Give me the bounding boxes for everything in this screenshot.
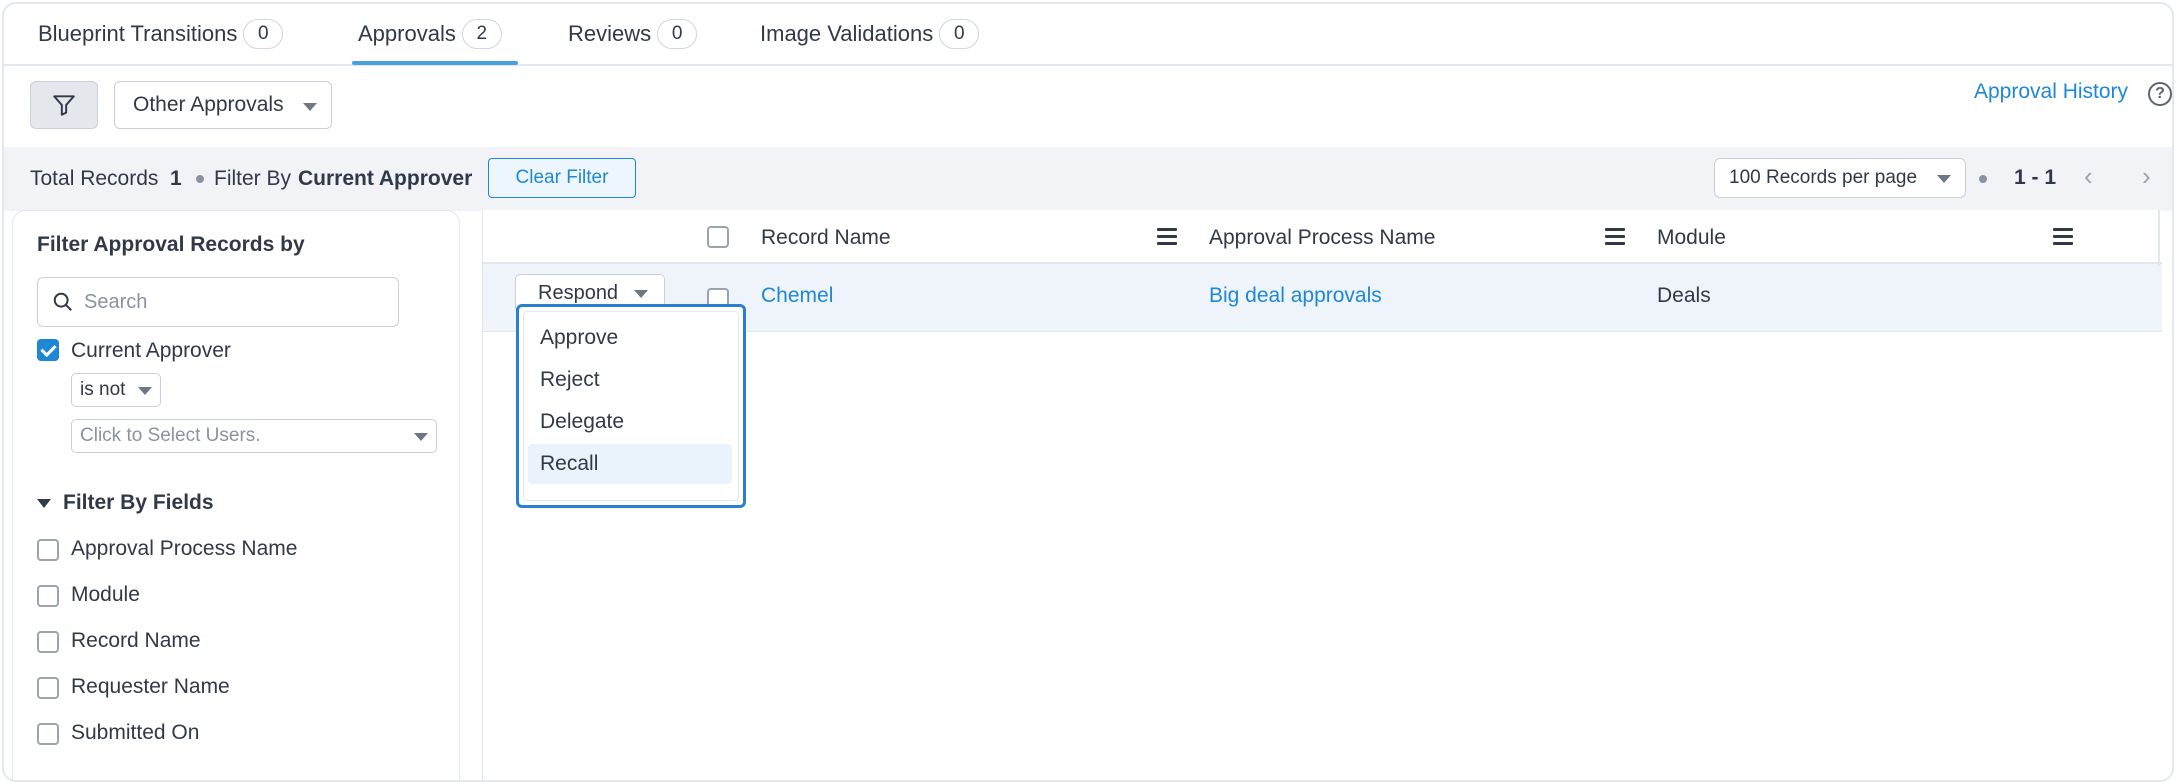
tab-count-badge: 0 bbox=[243, 19, 284, 49]
tab-reviews[interactable]: Reviews 0 bbox=[568, 14, 698, 54]
column-header-module: Module bbox=[1657, 226, 1726, 249]
filter-by-fields-label: Filter By Fields bbox=[63, 491, 214, 514]
chevron-down-icon bbox=[138, 387, 152, 395]
separator-dot bbox=[196, 175, 204, 183]
chevron-down-icon bbox=[303, 103, 317, 111]
filter-toggle-button[interactable] bbox=[30, 81, 98, 129]
total-records-value: 1 bbox=[170, 167, 182, 190]
chevron-right-icon[interactable]: › bbox=[2142, 163, 2166, 189]
column-header-approval-process-name: Approval Process Name bbox=[1209, 226, 1436, 249]
filter-by-value: Current Approver bbox=[298, 167, 473, 190]
filter-panel: Filter Approval Records by Search Curren… bbox=[12, 210, 460, 780]
column-divider bbox=[2158, 210, 2160, 266]
tab-label: Approvals bbox=[358, 21, 456, 46]
menu-item-reject[interactable]: Reject bbox=[528, 360, 732, 400]
total-records-label: Total Records bbox=[30, 167, 159, 190]
record-name-link[interactable]: Chemel bbox=[761, 284, 833, 308]
approval-history-link[interactable]: Approval History bbox=[1974, 80, 2128, 104]
tab-label: Blueprint Transitions bbox=[38, 21, 238, 46]
select-all-checkbox[interactable] bbox=[707, 226, 729, 248]
filter-search-input[interactable]: Search bbox=[37, 277, 399, 327]
field-checkbox-module[interactable] bbox=[37, 585, 59, 607]
chevron-down-icon bbox=[634, 290, 648, 298]
field-checkbox-record-name[interactable] bbox=[37, 631, 59, 653]
column-header-record-name: Record Name bbox=[761, 226, 891, 249]
caret-down-icon bbox=[37, 498, 51, 508]
menu-item-recall[interactable]: Recall bbox=[528, 444, 732, 484]
field-label: Submitted On bbox=[71, 721, 200, 744]
field-label: Requester Name bbox=[71, 675, 230, 698]
approvals-type-value: Other Approvals bbox=[133, 93, 284, 116]
current-approver-label: Current Approver bbox=[71, 339, 231, 362]
filter-by-label: Filter By bbox=[214, 167, 292, 190]
pagination-range: 1 - 1 bbox=[2014, 166, 2057, 189]
tab-bar: Blueprint Transitions 0 Approvals 2 Revi… bbox=[4, 4, 2172, 66]
help-icon[interactable]: ? bbox=[2148, 82, 2172, 106]
funnel-icon bbox=[53, 95, 75, 116]
chevron-left-icon[interactable]: ‹ bbox=[2084, 163, 2108, 189]
tab-count-badge: 0 bbox=[657, 19, 698, 49]
clear-filter-button[interactable]: Clear Filter bbox=[488, 158, 636, 198]
separator-dot bbox=[1979, 175, 1987, 183]
records-per-page-value: 100 Records per page bbox=[1729, 167, 1918, 188]
column-menu-icon[interactable] bbox=[2053, 228, 2073, 245]
respond-menu: Approve Reject Delegate Recall bbox=[516, 304, 746, 508]
operator-value: is not bbox=[80, 379, 126, 400]
field-checkbox-submitted-on[interactable] bbox=[37, 723, 59, 745]
tab-image-validations[interactable]: Image Validations 0 bbox=[760, 14, 980, 54]
menu-item-delegate[interactable]: Delegate bbox=[528, 402, 732, 442]
column-menu-icon[interactable] bbox=[1157, 228, 1177, 245]
tab-label: Reviews bbox=[568, 21, 652, 46]
field-label: Approval Process Name bbox=[71, 537, 298, 560]
approvals-window: Blueprint Transitions 0 Approvals 2 Revi… bbox=[2, 2, 2174, 782]
tab-count-badge: 0 bbox=[939, 19, 980, 49]
current-approver-checkbox[interactable] bbox=[37, 339, 59, 361]
tab-blueprint-transitions[interactable]: Blueprint Transitions 0 bbox=[38, 14, 284, 54]
field-checkbox-requester-name[interactable] bbox=[37, 677, 59, 699]
respond-label: Respond bbox=[538, 281, 619, 304]
tab-approvals[interactable]: Approvals 2 bbox=[358, 14, 502, 54]
chevron-down-icon bbox=[1937, 175, 1951, 183]
tab-count-badge: 2 bbox=[461, 19, 502, 49]
operator-dropdown[interactable]: is not bbox=[71, 373, 161, 407]
chevron-down-icon bbox=[414, 433, 428, 441]
approvals-type-dropdown[interactable]: Other Approvals bbox=[114, 81, 332, 129]
menu-item-approve[interactable]: Approve bbox=[528, 318, 732, 358]
field-label: Module bbox=[71, 583, 140, 606]
select-users-dropdown[interactable]: Click to Select Users. bbox=[71, 419, 437, 453]
tab-label: Image Validations bbox=[760, 21, 934, 46]
records-per-page-dropdown[interactable]: 100 Records per page bbox=[1714, 158, 1966, 198]
module-cell: Deals bbox=[1657, 284, 1711, 307]
field-label: Record Name bbox=[71, 629, 201, 652]
respond-menu-list: Approve Reject Delegate Recall bbox=[523, 311, 739, 501]
summary-bar: Total Records 1 Filter By Current Approv… bbox=[4, 147, 2172, 211]
table-header: Record Name Approval Process Name Module bbox=[483, 210, 2162, 264]
column-menu-icon[interactable] bbox=[1605, 228, 1625, 245]
search-icon bbox=[53, 292, 72, 311]
field-checkbox-approval-process-name[interactable] bbox=[37, 539, 59, 561]
approval-process-link[interactable]: Big deal approvals bbox=[1209, 284, 1382, 308]
search-placeholder: Search bbox=[84, 290, 148, 313]
filter-by-fields-toggle[interactable]: Filter By Fields bbox=[37, 491, 214, 515]
active-tab-indicator bbox=[352, 61, 518, 65]
select-users-placeholder: Click to Select Users. bbox=[80, 425, 261, 446]
filter-panel-title: Filter Approval Records by bbox=[37, 233, 305, 256]
